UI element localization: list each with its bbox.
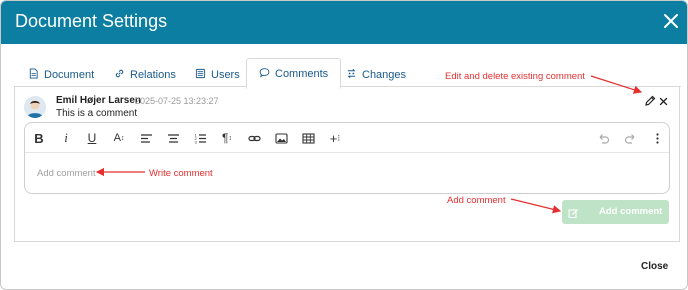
insert-more-icon[interactable]: + ⁝ bbox=[327, 130, 343, 146]
close-button[interactable]: Close bbox=[641, 261, 668, 272]
document-icon bbox=[28, 68, 39, 82]
tab-label: Relations bbox=[130, 69, 176, 81]
tab-label: Users bbox=[211, 69, 240, 81]
dialog-title: Document Settings bbox=[15, 11, 168, 31]
font-size-icon[interactable]: A ↕ bbox=[111, 130, 127, 146]
comment-text: This is a comment bbox=[56, 108, 138, 119]
edit-note-icon bbox=[568, 206, 579, 218]
align-left-icon[interactable] bbox=[138, 130, 154, 146]
users-list-icon bbox=[195, 68, 206, 82]
tab-comments[interactable]: Comments bbox=[246, 58, 342, 89]
table-icon[interactable] bbox=[300, 130, 316, 146]
avatar bbox=[24, 96, 46, 118]
numbered-list-icon[interactable]: 123 bbox=[192, 130, 208, 146]
bold-icon[interactable]: B bbox=[31, 130, 47, 146]
comment-editor[interactable]: B i U A ↕ 123 ¶ ↕ + ⁝ Add comment bbox=[24, 122, 670, 194]
edit-icon[interactable] bbox=[644, 94, 656, 106]
delete-icon[interactable] bbox=[658, 94, 669, 106]
document-settings-dialog: Document Settings Document Relations Use… bbox=[0, 0, 688, 290]
comment-author: Emil Højer Larsen bbox=[56, 95, 142, 106]
comment-timestamp: 2025-07-25 13:23:27 bbox=[135, 96, 219, 106]
more-options-icon[interactable] bbox=[649, 130, 665, 146]
comment-input[interactable]: Add comment bbox=[37, 168, 96, 179]
underline-icon[interactable]: U bbox=[84, 130, 100, 146]
annotation-write: Write comment bbox=[149, 168, 213, 179]
align-center-icon[interactable] bbox=[165, 130, 181, 146]
tab-label: Comments bbox=[275, 67, 329, 80]
comment-bubble-icon bbox=[259, 67, 270, 81]
undo-icon[interactable] bbox=[595, 130, 611, 146]
paragraph-icon[interactable]: ¶ ↕ bbox=[219, 130, 235, 146]
changes-icon bbox=[346, 68, 357, 82]
close-icon[interactable] bbox=[662, 12, 680, 30]
redo-icon[interactable] bbox=[622, 130, 638, 146]
svg-text:3: 3 bbox=[194, 139, 197, 144]
editor-toolbar: B i U A ↕ 123 ¶ ↕ + ⁝ bbox=[25, 123, 669, 153]
tab-label: Changes bbox=[362, 69, 407, 81]
link-icon bbox=[114, 68, 125, 82]
add-comment-label: Add comment bbox=[599, 206, 663, 217]
add-comment-button[interactable]: Add comment bbox=[562, 200, 669, 224]
dialog-header: Document Settings bbox=[1, 1, 687, 44]
image-icon[interactable] bbox=[273, 130, 289, 146]
annotation-edit-delete: Edit and delete existing comment bbox=[445, 71, 585, 82]
annotation-add: Add comment bbox=[447, 195, 506, 206]
tab-label: Document bbox=[44, 69, 95, 81]
italic-icon[interactable]: i bbox=[58, 130, 74, 146]
link-icon[interactable] bbox=[246, 130, 262, 146]
